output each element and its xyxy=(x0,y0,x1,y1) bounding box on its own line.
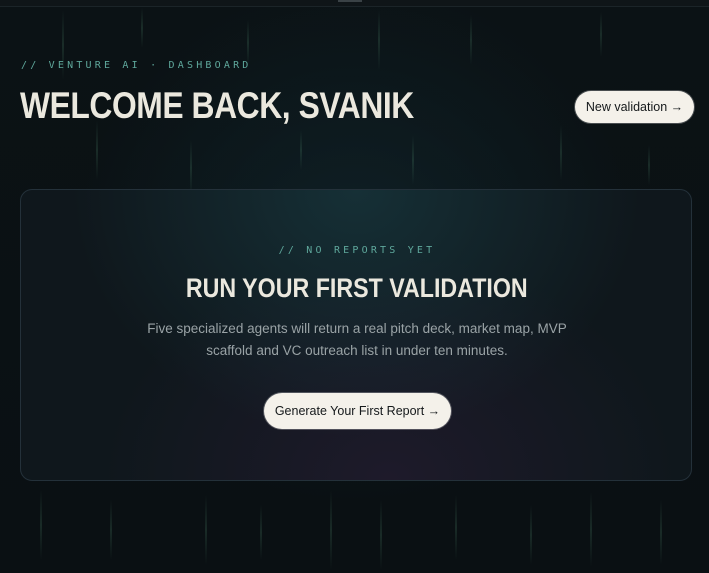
empty-state-description: Five specialized agents will return a re… xyxy=(147,321,567,358)
empty-state-card: // NO REPORTS YET RUN YOUR FIRST VALIDAT… xyxy=(20,189,692,481)
dashboard-eyebrow: // VENTURE AI · DASHBOARD xyxy=(21,60,252,71)
empty-state-eyebrow: // NO REPORTS YET xyxy=(278,245,436,256)
dashboard-page: // VENTURE AI · DASHBOARD WELCOME BACK, … xyxy=(0,0,709,573)
new-validation-button[interactable]: New validation → xyxy=(575,91,694,123)
empty-state-title-text: RUN YOUR FIRST VALIDATION xyxy=(186,273,528,303)
generate-first-report-button[interactable]: Generate Your First Report → xyxy=(264,393,451,429)
top-bar-handle xyxy=(338,0,362,2)
page-title: WELCOME BACK, SVANIK xyxy=(20,85,414,126)
empty-state-title: RUN YOUR FIRST VALIDATION xyxy=(21,270,693,306)
